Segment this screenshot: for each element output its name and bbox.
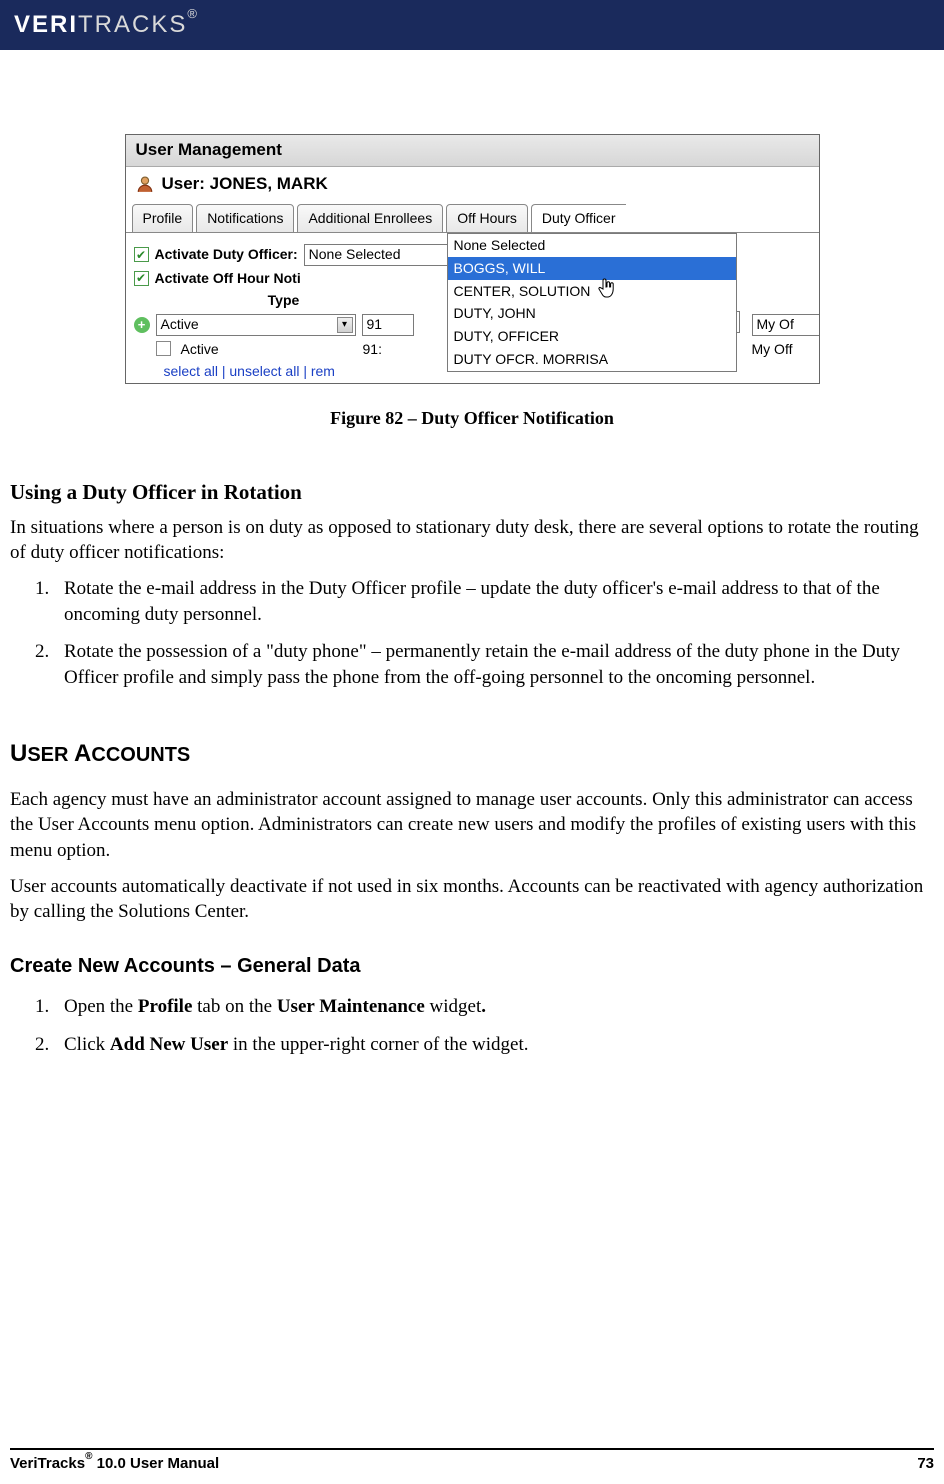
user-accounts-p1: Each agency must have an administrator a… [10, 787, 934, 864]
value-select[interactable]: 91 [362, 314, 414, 336]
footer-title: 10.0 User Manual [92, 1455, 219, 1472]
text: Click [64, 1034, 110, 1055]
page-footer: VeriTracks® 10.0 User Manual 73 [10, 1448, 934, 1474]
tab-off-hours[interactable]: Off Hours [446, 204, 528, 233]
text: in the upper-right corner of the widget. [228, 1034, 528, 1055]
activate-offhour-label: Activate Off Hour Noti [155, 269, 301, 288]
duty-officer-select-value: None Selected [309, 245, 401, 264]
right-my-select[interactable]: My Of [752, 314, 820, 336]
rotation-steps: Rotate the e-mail address in the Duty Of… [10, 576, 934, 691]
footer-brand: VeriTracks [10, 1455, 85, 1472]
dropdown-item[interactable]: DUTY OFCR. MORRISA [448, 348, 736, 371]
value-select-value: 91 [367, 315, 383, 334]
tab-profile[interactable]: Profile [132, 204, 194, 233]
rotation-step-2: Rotate the possession of a "duty phone" … [54, 639, 934, 690]
brand-suffix: TRACKS [78, 11, 187, 38]
add-row-icon[interactable]: + [134, 317, 150, 333]
brand-reg: ® [187, 6, 197, 21]
row-checkbox[interactable] [156, 341, 171, 356]
user-accounts-p2: User accounts automatically deactivate i… [10, 874, 934, 925]
tab-notifications[interactable]: Notifications [196, 204, 294, 233]
section-heading-user-accounts: USER ACCOUNTS [10, 738, 934, 770]
chevron-down-icon[interactable]: ▾ [337, 317, 353, 333]
row-val-value: 91: [363, 340, 415, 359]
row-right-value: My Off [752, 340, 793, 359]
rotation-step-1: Rotate the e-mail address in the Duty Of… [54, 576, 934, 627]
dropdown-item[interactable]: DUTY, OFFICER [448, 325, 736, 348]
type-select-value: Active [161, 315, 199, 334]
widget-titlebar: User Management [126, 135, 819, 167]
cursor-hand-icon [596, 277, 618, 306]
section-intro: In situations where a person is on duty … [10, 515, 934, 566]
text: widget [425, 996, 481, 1017]
footer-page-number: 73 [917, 1454, 934, 1474]
tab-duty-officer[interactable]: Duty Officer [531, 204, 626, 233]
text: Open the [64, 996, 138, 1017]
dropdown-item-selected[interactable]: BOGGS, WILL [448, 257, 736, 280]
text: tab on the [192, 996, 276, 1017]
duty-officer-dropdown-list: None Selected BOGGS, WILL CENTER, SOLUTI… [447, 233, 737, 372]
tab-additional-enrollees[interactable]: Additional Enrollees [297, 204, 443, 233]
activate-offhour-checkbox[interactable]: ✔ [134, 271, 149, 286]
figure-screenshot: User Management User: JONES, MARK Profil… [10, 134, 934, 430]
select-all-link[interactable]: select all [164, 363, 218, 379]
create-step-1: Open the Profile tab on the User Mainten… [54, 994, 934, 1020]
create-steps: Open the Profile tab on the User Mainten… [10, 994, 934, 1057]
create-step-2: Click Add New User in the upper-right co… [54, 1032, 934, 1058]
section-heading-create-accounts: Create New Accounts – General Data [10, 953, 934, 980]
bold-text: User Maintenance [277, 996, 425, 1017]
sep: | [303, 363, 311, 379]
heading-part: SER [27, 744, 74, 766]
heading-part: A [74, 740, 91, 767]
footer-left: VeriTracks® 10.0 User Manual [10, 1454, 219, 1474]
dropdown-item[interactable]: None Selected [448, 234, 736, 257]
right-my-value: My Of [757, 315, 794, 334]
duty-officer-panel: ✔ Activate Duty Officer: None Selected ▾… [126, 232, 819, 384]
row-type-value: Active [177, 340, 357, 359]
figure-caption: Figure 82 – Duty Officer Notification [10, 406, 934, 430]
user-label: User: JONES, MARK [162, 173, 328, 196]
user-header: User: JONES, MARK [126, 167, 819, 204]
type-column-header: Type [134, 291, 434, 310]
dropdown-item[interactable]: CENTER, SOLUTION [448, 280, 736, 303]
heading-part: CCOUNTS [91, 744, 190, 766]
section-heading-rotation: Using a Duty Officer in Rotation [10, 478, 934, 506]
remove-link[interactable]: rem [311, 363, 335, 379]
heading-part: U [10, 740, 27, 767]
header-bar: VERITRACKS® [0, 0, 944, 50]
type-select[interactable]: Active ▾ [156, 314, 356, 336]
brand-prefix: VERI [14, 11, 78, 38]
dropdown-item[interactable]: DUTY, JOHN [448, 302, 736, 325]
footer-reg: ® [85, 1451, 92, 1462]
brand-logo: VERITRACKS® [14, 9, 197, 41]
activate-duty-label: Activate Duty Officer: [155, 245, 298, 264]
tab-bar: Profile Notifications Additional Enrolle… [126, 204, 819, 233]
bold-text: Add New User [110, 1034, 228, 1055]
user-icon [136, 175, 154, 193]
bold-text: . [481, 996, 486, 1017]
unselect-all-link[interactable]: unselect all [229, 363, 299, 379]
bold-text: Profile [138, 996, 193, 1017]
activate-duty-checkbox[interactable]: ✔ [134, 247, 149, 262]
